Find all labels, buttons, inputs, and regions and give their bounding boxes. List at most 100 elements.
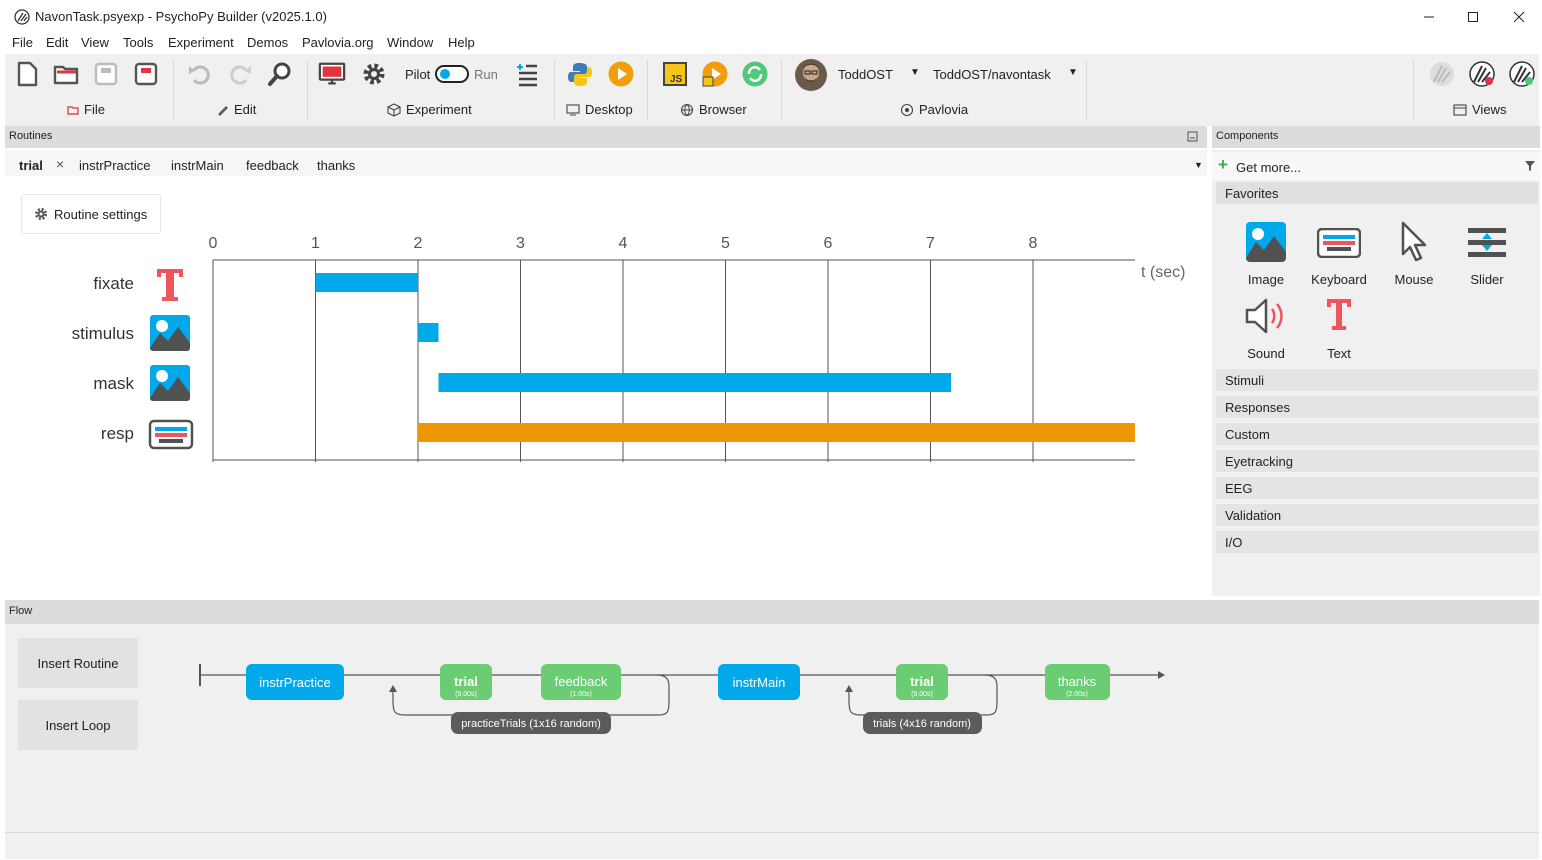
category-responses[interactable]: Responses (1216, 396, 1538, 418)
flow-routine-instrmain[interactable]: instrMain (718, 664, 800, 700)
tab-thanks[interactable]: thanks (317, 158, 355, 173)
menu-tools[interactable]: Tools (123, 35, 153, 50)
tab-feedback[interactable]: feedback (246, 158, 299, 173)
timeline-bar-mask[interactable] (438, 373, 952, 392)
browser-group-label: Browser (680, 102, 747, 117)
save-icon[interactable] (92, 60, 120, 88)
category-stimuli[interactable]: Stimuli (1216, 369, 1538, 391)
window-title: NavonTask.psyexp - PsychoPy Builder (v20… (35, 9, 327, 24)
minimize-panel-icon[interactable] (1187, 131, 1199, 143)
filter-icon[interactable] (1524, 160, 1536, 172)
minimize-button[interactable] (1406, 0, 1452, 34)
settings-gear-icon[interactable] (360, 60, 388, 88)
tabs-dropdown-icon[interactable]: ▼ (1194, 160, 1203, 170)
menu-file[interactable]: File (12, 35, 33, 50)
category-io[interactable]: I/O (1216, 531, 1538, 553)
flow-routine-trial-1[interactable]: trial (9.00s) (440, 664, 492, 700)
close-window-button[interactable] (1496, 0, 1542, 34)
flow-panel-header: Flow (5, 600, 1539, 624)
save-as-icon[interactable] (132, 60, 160, 88)
category-validation[interactable]: Validation (1216, 504, 1538, 526)
folder-small-icon (67, 105, 79, 115)
pavlovia-group-text: Pavlovia (919, 102, 969, 117)
image-icon (1246, 222, 1286, 262)
pavlovia-sync-icon[interactable] (741, 60, 769, 88)
components-panel: + Get more... Favorites Image Keyboard M… (1212, 150, 1540, 596)
category-favorites[interactable]: Favorites (1216, 182, 1538, 204)
project-name[interactable]: ToddOST/navontask (933, 67, 1051, 82)
category-eeg[interactable]: EEG (1216, 477, 1538, 499)
toolbar-separator (1413, 60, 1414, 120)
routine-timeline: 0 1 2 3 4 5 6 7 8 t (sec) fixate stimulus mask resp (72, 235, 1185, 462)
flow-routine-thanks[interactable]: thanks (2.00s) (1045, 664, 1110, 700)
desktop-group-label: Desktop (566, 102, 633, 117)
find-icon[interactable] (266, 60, 294, 88)
component-name-mask[interactable]: mask (93, 374, 134, 393)
menu-experiment[interactable]: Experiment (168, 35, 234, 50)
component-sound[interactable]: Sound (1231, 294, 1301, 366)
flow-routine-instrpractice[interactable]: instrPractice (246, 664, 344, 700)
get-more-label[interactable]: Get more... (1236, 160, 1301, 175)
timeline-bar-resp[interactable] (418, 423, 1135, 442)
builder-view-icon[interactable] (1428, 60, 1456, 88)
component-name-fixate[interactable]: fixate (93, 274, 134, 293)
timeline-bar-fixate[interactable] (315, 273, 419, 292)
loop-label-trials[interactable]: trials (4x16 random) (863, 712, 982, 734)
open-folder-icon[interactable] (52, 60, 80, 88)
category-custom[interactable]: Custom (1216, 423, 1538, 445)
menu-edit[interactable]: Edit (46, 35, 68, 50)
keyboard-icon[interactable] (148, 419, 194, 450)
user-dropdown-icon[interactable]: ▼ (910, 67, 920, 78)
text-icon[interactable] (157, 269, 183, 301)
component-text[interactable]: Text (1304, 294, 1374, 366)
flow-routine-feedback[interactable]: feedback (1.00s) (541, 664, 621, 700)
new-file-icon[interactable] (13, 60, 41, 88)
component-name-stimulus[interactable]: stimulus (72, 324, 134, 343)
python-run-icon[interactable] (566, 60, 594, 88)
trial-1-label: trial (454, 674, 478, 689)
menu-window[interactable]: Window (387, 35, 433, 50)
toolbar-separator (307, 60, 308, 120)
play-icon[interactable] (607, 60, 635, 88)
tab-instrmain[interactable]: instrMain (171, 158, 224, 173)
tab-instrpractice[interactable]: instrPractice (79, 158, 151, 173)
component-mouse[interactable]: Mouse (1379, 220, 1449, 292)
timeline-tick-label: 4 (619, 235, 628, 252)
menu-pavlovia[interactable]: Pavlovia.org (302, 35, 374, 50)
js-file-icon[interactable]: JS (661, 60, 689, 88)
timeline-bar-stimulus[interactable] (418, 323, 439, 342)
user-name[interactable]: ToddOST (838, 67, 893, 82)
menu-view[interactable]: View (81, 35, 109, 50)
slider-label: Slider (1470, 272, 1504, 287)
flow-routine-trial-2[interactable]: trial (9.00s) (896, 664, 948, 700)
keyboard-icon (1317, 228, 1361, 258)
experiment-group-text: Experiment (406, 102, 472, 117)
runner-view-icon[interactable] (1508, 60, 1536, 88)
undo-icon[interactable] (186, 60, 214, 88)
pilot-run-toggle[interactable] (435, 65, 469, 83)
js-play-icon[interactable] (701, 60, 729, 88)
component-slider[interactable]: Slider (1452, 220, 1522, 292)
image-icon[interactable] (150, 315, 190, 351)
project-dropdown-icon[interactable]: ▼ (1068, 67, 1078, 78)
psychopy-logo-icon (14, 9, 30, 25)
sort-list-icon[interactable] (513, 60, 541, 88)
menu-help[interactable]: Help (448, 35, 475, 50)
user-avatar[interactable] (794, 58, 828, 92)
loop-label-practicetrials[interactable]: practiceTrials (1x16 random) (451, 712, 611, 734)
tab-trial[interactable]: trial (19, 158, 43, 173)
component-keyboard[interactable]: Keyboard (1304, 220, 1374, 292)
close-tab-icon[interactable]: × (56, 156, 64, 172)
coder-view-icon[interactable] (1468, 60, 1496, 88)
components-panel-header: Components (1212, 126, 1540, 148)
maximize-button[interactable] (1450, 0, 1496, 34)
component-image[interactable]: Image (1231, 220, 1301, 292)
instrmain-label: instrMain (733, 675, 786, 690)
menu-demos[interactable]: Demos (247, 35, 288, 50)
image-icon[interactable] (150, 365, 190, 401)
category-eyetracking[interactable]: Eyetracking (1216, 450, 1538, 472)
redo-icon[interactable] (226, 60, 254, 88)
get-more-row[interactable]: + Get more... (1212, 152, 1540, 180)
monitor-icon[interactable] (318, 60, 346, 88)
component-name-resp[interactable]: resp (101, 424, 134, 443)
